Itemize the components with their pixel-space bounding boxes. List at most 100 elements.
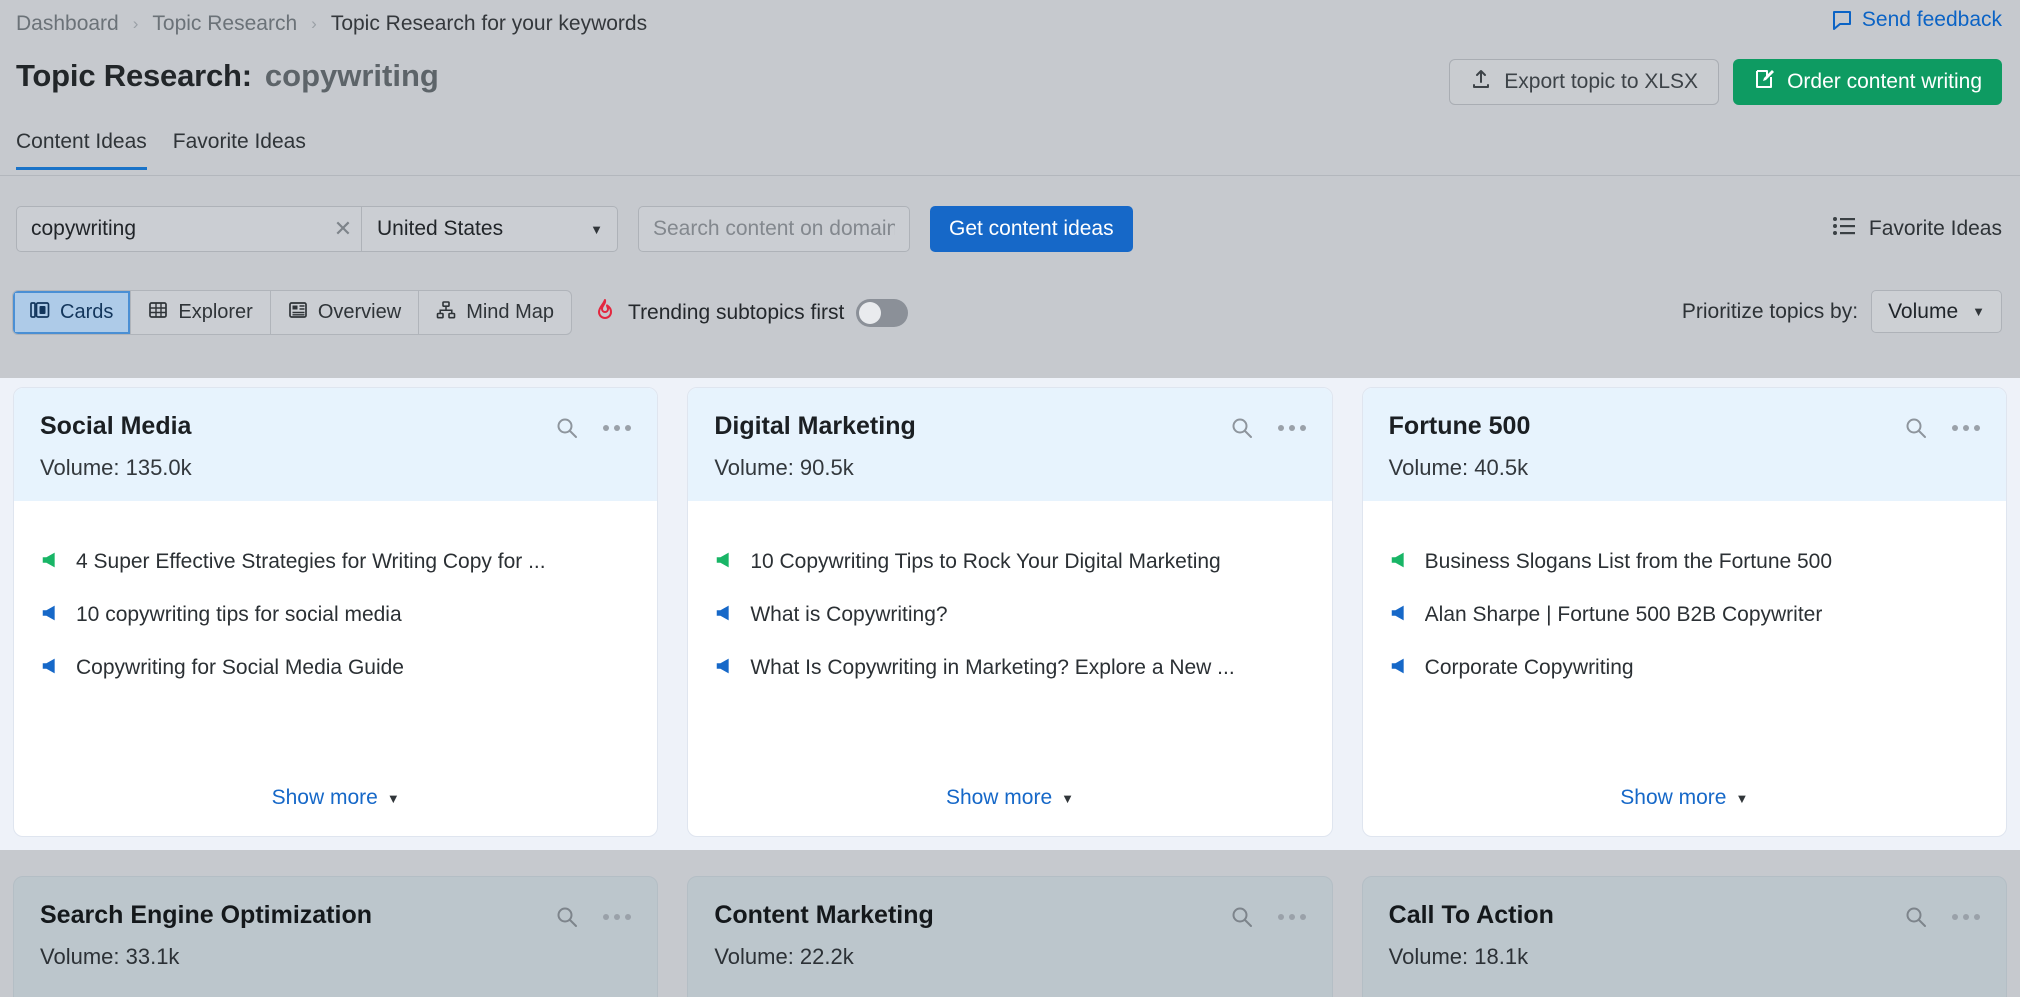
export-topic-label: Export topic to XLSX xyxy=(1504,70,1699,93)
show-more-button[interactable]: Show more ▼ xyxy=(272,786,400,810)
card-more-options-icon[interactable] xyxy=(1951,914,1980,920)
card-title: Fortune 500 xyxy=(1388,412,1531,440)
edit-document-icon xyxy=(1753,68,1775,96)
breadcrumb-item-topic-research[interactable]: Topic Research xyxy=(152,12,297,36)
card-search-icon[interactable] xyxy=(1230,416,1254,440)
card-search-icon[interactable] xyxy=(555,416,579,440)
chevron-down-icon: ▼ xyxy=(1735,790,1749,806)
topic-card[interactable]: Social Media Volume: 135.0k 4 Super Effe… xyxy=(13,387,659,837)
list-item[interactable]: 10 Copywriting Tips to Rock Your Digital… xyxy=(714,549,1305,576)
card-ideas-list: 4 Super Effective Strategies for Writing… xyxy=(14,501,657,786)
trending-subtopics-toggle[interactable] xyxy=(856,298,909,327)
order-content-writing-button[interactable]: Order content writing xyxy=(1733,59,2002,105)
view-mode-explorer[interactable]: Explorer xyxy=(131,291,271,334)
favorite-ideas-label: Favorite Ideas xyxy=(1868,217,2002,240)
card-footer: Show more ▼ xyxy=(1363,786,2006,836)
cards-icon xyxy=(30,300,50,326)
show-more-label: Show more xyxy=(945,786,1053,809)
send-feedback-link[interactable]: Send feedback xyxy=(1831,8,2002,32)
card-title: Social Media xyxy=(40,412,192,440)
show-more-label: Show more xyxy=(1620,786,1727,809)
idea-title: 4 Super Effective Strategies for Writing… xyxy=(76,550,546,573)
view-mode-cards[interactable]: Cards xyxy=(13,291,132,334)
card-volume: Volume: 135.0k xyxy=(40,455,192,480)
card-more-options-icon[interactable] xyxy=(1277,914,1306,920)
idea-title: 10 copywriting tips for social media xyxy=(76,603,402,626)
prioritize-select[interactable]: Volume ▼ xyxy=(1871,290,2002,333)
trending-subtopics-control[interactable]: Trending subtopics first xyxy=(594,298,909,328)
card-search-icon[interactable] xyxy=(1230,905,1254,929)
clear-keyword-icon[interactable]: ✕ xyxy=(325,207,361,251)
idea-title: 10 Copywriting Tips to Rock Your Digital… xyxy=(750,550,1221,573)
toggle-knob xyxy=(859,301,882,324)
card-title: Search Engine Optimization xyxy=(40,901,372,929)
idea-title: Business Slogans List from the Fortune 5… xyxy=(1424,550,1833,573)
mindmap-icon xyxy=(436,300,456,326)
megaphone-icon xyxy=(1389,655,1411,682)
table-icon xyxy=(148,300,168,326)
card-ideas-list: Business Slogans List from the Fortune 5… xyxy=(1363,501,2006,786)
topic-card[interactable]: Digital Marketing Volume: 90.5k 10 Copyw… xyxy=(687,387,1333,837)
view-mode-overview-label: Overview xyxy=(317,301,402,323)
page-title-prefix: Topic Research: xyxy=(16,58,252,93)
card-more-options-icon[interactable] xyxy=(1951,425,1980,431)
database-value: United States xyxy=(377,217,504,240)
idea-title: What is Copywriting? xyxy=(750,603,948,626)
list-item[interactable]: Copywriting for Social Media Guide xyxy=(40,655,631,682)
topic-card[interactable]: Fortune 500 Volume: 40.5k Business Sloga… xyxy=(1361,387,2007,837)
card-more-options-icon[interactable] xyxy=(603,425,632,431)
tab-favorite-ideas[interactable]: Favorite Ideas xyxy=(173,130,306,170)
megaphone-icon xyxy=(40,602,62,629)
card-more-options-icon[interactable] xyxy=(1277,425,1306,431)
list-item[interactable]: What Is Copywriting in Marketing? Explor… xyxy=(714,655,1305,682)
view-mode-mind-map[interactable]: Mind Map xyxy=(419,291,571,334)
list-item[interactable]: Business Slogans List from the Fortune 5… xyxy=(1389,549,1980,576)
list-item[interactable]: What is Copywriting? xyxy=(714,602,1305,629)
breadcrumb-separator-icon: › xyxy=(132,14,139,33)
card-volume: Volume: 90.5k xyxy=(714,455,854,480)
list-item[interactable]: 10 copywriting tips for social media xyxy=(40,602,631,629)
send-feedback-label: Send feedback xyxy=(1861,8,2002,31)
database-select[interactable]: United States ▼ xyxy=(361,207,617,251)
show-more-label: Show more xyxy=(271,786,378,809)
megaphone-icon xyxy=(40,549,62,576)
cards-row-2: Search Engine Optimization Volume: 33.1k… xyxy=(0,866,2020,997)
overview-icon xyxy=(288,300,308,326)
list-item[interactable]: 4 Super Effective Strategies for Writing… xyxy=(40,549,631,576)
view-mode-switcher: Cards Explorer Overview Mind Map xyxy=(12,290,573,335)
megaphone-icon xyxy=(1389,602,1411,629)
idea-title: Corporate Copywriting xyxy=(1424,656,1634,679)
favorite-ideas-link[interactable]: Favorite Ideas xyxy=(1832,206,2002,252)
cards-row-1: Social Media Volume: 135.0k 4 Super Effe… xyxy=(0,378,2020,837)
get-content-ideas-button[interactable]: Get content ideas xyxy=(930,206,1133,252)
breadcrumb-separator-icon: › xyxy=(311,14,317,33)
topic-card[interactable]: Call To Action Volume: 18.1k xyxy=(1361,876,2007,997)
chevron-down-icon: ▼ xyxy=(1972,304,1985,319)
card-more-options-icon[interactable] xyxy=(603,914,632,920)
topic-card[interactable]: Search Engine Optimization Volume: 33.1k xyxy=(13,876,659,997)
show-more-button[interactable]: Show more ▼ xyxy=(946,786,1074,810)
breadcrumb-item-current: Topic Research for your keywords xyxy=(330,12,648,35)
megaphone-icon xyxy=(714,549,736,576)
show-more-button[interactable]: Show more ▼ xyxy=(1620,786,1748,810)
search-domain-input[interactable] xyxy=(638,206,910,252)
card-search-icon[interactable] xyxy=(1904,416,1928,440)
card-title: Digital Marketing xyxy=(714,412,916,440)
card-header: Social Media Volume: 135.0k xyxy=(14,388,658,501)
idea-title: Alan Sharpe | Fortune 500 B2B Copywriter xyxy=(1424,603,1823,626)
keyword-input[interactable] xyxy=(17,207,325,251)
card-search-icon[interactable] xyxy=(555,905,579,929)
tab-content-ideas[interactable]: Content Ideas xyxy=(16,130,147,170)
card-search-icon[interactable] xyxy=(1904,905,1928,929)
export-topic-button[interactable]: Export topic to XLSX xyxy=(1449,59,1720,105)
view-mode-explorer-label: Explorer xyxy=(178,301,253,323)
view-mode-overview[interactable]: Overview xyxy=(271,291,420,334)
list-item[interactable]: Alan Sharpe | Fortune 500 B2B Copywriter xyxy=(1389,602,1980,629)
megaphone-icon xyxy=(714,655,736,682)
flame-icon xyxy=(594,298,616,328)
topic-card[interactable]: Content Marketing Volume: 22.2k xyxy=(687,876,1333,997)
cards-area: Social Media Volume: 135.0k 4 Super Effe… xyxy=(0,378,2020,850)
breadcrumb-item-dashboard[interactable]: Dashboard xyxy=(16,12,119,36)
chevron-down-icon: ▼ xyxy=(1061,790,1075,806)
list-item[interactable]: Corporate Copywriting xyxy=(1389,655,1980,682)
